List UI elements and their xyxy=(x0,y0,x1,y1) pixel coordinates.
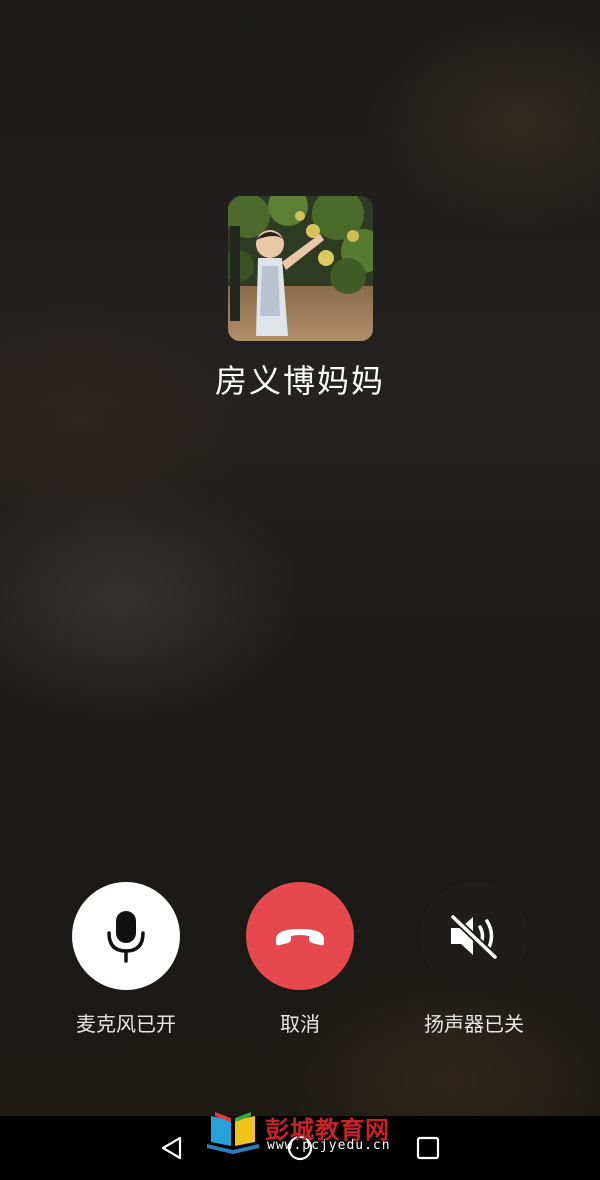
speaker-label: 扬声器已关 xyxy=(424,1012,524,1036)
caller-name: 房义博妈妈 xyxy=(214,362,385,400)
cancel-label: 取消 xyxy=(280,1012,320,1036)
nav-back-button[interactable] xyxy=(154,1130,190,1166)
microphone-label: 麦克风已开 xyxy=(76,1012,176,1036)
watermark: 彭城教育网 www.pcjyedu.cn xyxy=(205,1106,405,1156)
avatar-photo xyxy=(228,196,373,341)
watermark-logo xyxy=(207,1112,259,1154)
speaker-muted-icon xyxy=(449,913,499,959)
speaker-toggle-button[interactable] xyxy=(420,882,528,990)
back-triangle-icon xyxy=(161,1136,182,1160)
hang-up-phone-icon xyxy=(276,929,324,946)
caller-avatar xyxy=(228,196,373,341)
microphone-toggle-button[interactable] xyxy=(72,882,180,990)
cancel-call-button[interactable] xyxy=(246,882,354,990)
microphone-icon xyxy=(107,911,145,963)
watermark-url: www.pcjyedu.cn xyxy=(267,1138,391,1153)
nav-recents-button[interactable] xyxy=(410,1130,446,1166)
recents-square-icon xyxy=(416,1136,440,1160)
